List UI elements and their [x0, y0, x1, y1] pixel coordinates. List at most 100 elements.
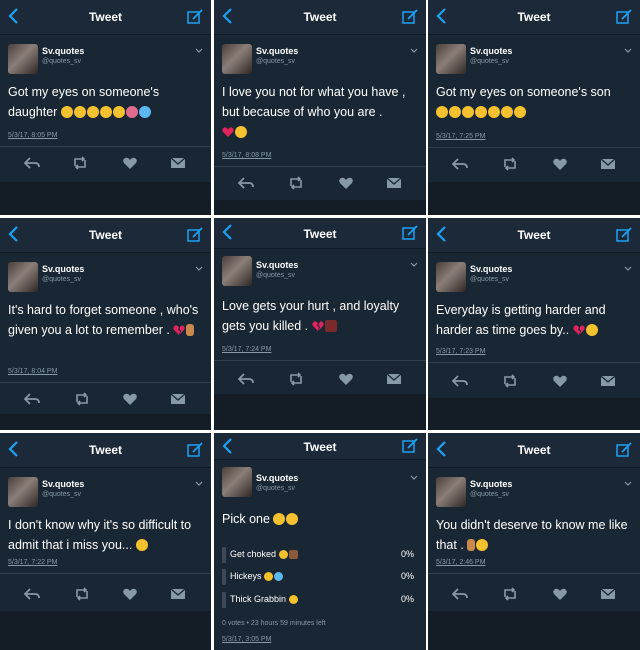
- avatar[interactable]: [436, 44, 466, 74]
- smile-emoji-icon: [112, 106, 125, 118]
- reply-icon[interactable]: [238, 372, 254, 386]
- chevron-down-icon[interactable]: [410, 475, 418, 481]
- like-heart-icon[interactable]: [338, 176, 354, 190]
- retweet-icon[interactable]: [74, 392, 90, 406]
- tweet-timestamp[interactable]: 5/3/17, 7:24 PM: [222, 346, 271, 353]
- compose-icon[interactable]: [616, 9, 632, 25]
- tweet-timestamp[interactable]: 5/3/17, 8:05 PM: [8, 132, 57, 139]
- like-heart-icon[interactable]: [552, 157, 568, 171]
- tweet-timestamp[interactable]: 5/3/17, 8:04 PM: [8, 368, 57, 375]
- sweat-drops-emoji-icon: [274, 572, 284, 581]
- like-heart-icon[interactable]: [552, 374, 568, 388]
- chevron-down-icon[interactable]: [195, 266, 203, 272]
- display-name[interactable]: Sv.quotes: [42, 479, 84, 489]
- avatar[interactable]: [222, 44, 252, 74]
- chevron-down-icon[interactable]: [624, 48, 632, 54]
- compose-icon[interactable]: [616, 442, 632, 458]
- direct-message-icon[interactable]: [600, 587, 616, 601]
- reply-icon[interactable]: [238, 176, 254, 190]
- poll-option[interactable]: Thick Grabbin 0%: [222, 592, 414, 608]
- compose-icon[interactable]: [187, 227, 203, 243]
- action-bar: [428, 153, 640, 177]
- divider: [214, 166, 426, 167]
- sad-face-emoji-icon: [585, 324, 598, 336]
- avatar[interactable]: [8, 477, 38, 507]
- panel-footer: [428, 398, 640, 430]
- retweet-icon[interactable]: [502, 587, 518, 601]
- smile-emoji-icon: [288, 595, 298, 604]
- tweet-text: Got my eyes on someone's daughter: [8, 82, 201, 122]
- display-name[interactable]: Sv.quotes: [256, 473, 298, 483]
- chevron-down-icon[interactable]: [410, 262, 418, 268]
- nav-title: Tweet: [517, 443, 551, 457]
- chevron-down-icon[interactable]: [410, 48, 418, 54]
- middle-finger-emoji-icon: [467, 539, 476, 551]
- reply-icon[interactable]: [452, 374, 468, 388]
- display-name[interactable]: Sv.quotes: [470, 46, 512, 56]
- heart-eyes-emoji-icon: [462, 106, 474, 118]
- chevron-down-icon[interactable]: [195, 481, 203, 487]
- avatar[interactable]: [8, 262, 38, 292]
- avatar[interactable]: [8, 44, 38, 74]
- avatar[interactable]: [436, 262, 466, 292]
- compose-icon[interactable]: [402, 9, 418, 25]
- broken-heart-emoji-icon: [311, 321, 324, 331]
- compose-icon[interactable]: [187, 442, 203, 458]
- display-name[interactable]: Sv.quotes: [42, 264, 84, 274]
- avatar[interactable]: [222, 256, 252, 286]
- like-heart-icon[interactable]: [338, 372, 354, 386]
- heart-eyes-emoji-icon: [73, 106, 86, 118]
- compose-icon[interactable]: [402, 438, 418, 454]
- retweet-icon[interactable]: [288, 176, 304, 190]
- display-name[interactable]: Sv.quotes: [470, 479, 512, 489]
- retweet-icon[interactable]: [502, 157, 518, 171]
- poll-option[interactable]: Hickeys 0%: [222, 569, 414, 585]
- direct-message-icon[interactable]: [600, 374, 616, 388]
- tweet-timestamp[interactable]: 5/3/17, 7:22 PM: [8, 559, 57, 566]
- avatar[interactable]: [222, 467, 252, 497]
- chevron-down-icon[interactable]: [624, 266, 632, 272]
- display-name[interactable]: Sv.quotes: [256, 260, 298, 270]
- display-name[interactable]: Sv.quotes: [256, 46, 298, 56]
- reply-icon[interactable]: [452, 587, 468, 601]
- direct-message-icon[interactable]: [170, 587, 186, 601]
- reply-icon[interactable]: [452, 157, 468, 171]
- direct-message-icon[interactable]: [170, 156, 186, 170]
- heart-eyes-emoji-icon: [449, 106, 461, 118]
- display-name[interactable]: Sv.quotes: [42, 46, 84, 56]
- reply-icon[interactable]: [24, 392, 40, 406]
- like-heart-icon[interactable]: [552, 587, 568, 601]
- tweet-timestamp[interactable]: 5/3/17, 7:23 PM: [436, 348, 485, 355]
- like-heart-icon[interactable]: [122, 156, 138, 170]
- retweet-icon[interactable]: [502, 374, 518, 388]
- user-handle: @quotes_sv: [42, 58, 82, 65]
- compose-icon[interactable]: [402, 225, 418, 241]
- chevron-down-icon[interactable]: [624, 481, 632, 487]
- chevron-down-icon[interactable]: [195, 48, 203, 54]
- action-bar: [428, 370, 640, 394]
- like-heart-icon[interactable]: [122, 392, 138, 406]
- like-heart-icon[interactable]: [122, 587, 138, 601]
- reply-icon[interactable]: [24, 156, 40, 170]
- poll-option[interactable]: Get choked 0%: [222, 547, 414, 563]
- retweet-icon[interactable]: [288, 372, 304, 386]
- reply-icon[interactable]: [24, 587, 40, 601]
- direct-message-icon[interactable]: [170, 392, 186, 406]
- tweet-timestamp[interactable]: 5/3/17, 2:46 PM: [436, 559, 485, 566]
- compose-icon[interactable]: [616, 227, 632, 243]
- tweet-timestamp[interactable]: 5/3/17, 8:08 PM: [222, 152, 271, 159]
- tweet-text-content: Got my eyes on someone's son: [436, 85, 611, 99]
- direct-message-icon[interactable]: [386, 176, 402, 190]
- user-handle: @quotes_sv: [42, 276, 82, 283]
- smile-emoji-icon: [278, 550, 288, 559]
- tweet-timestamp[interactable]: 5/3/17, 7:25 PM: [436, 133, 485, 140]
- tweet-timestamp[interactable]: 5/3/17, 3:05 PM: [222, 636, 271, 643]
- retweet-icon[interactable]: [74, 587, 90, 601]
- avatar[interactable]: [436, 477, 466, 507]
- compose-icon[interactable]: [187, 9, 203, 25]
- direct-message-icon[interactable]: [386, 372, 402, 386]
- divider: [0, 573, 211, 574]
- display-name[interactable]: Sv.quotes: [470, 264, 512, 274]
- retweet-icon[interactable]: [72, 156, 88, 170]
- direct-message-icon[interactable]: [600, 157, 616, 171]
